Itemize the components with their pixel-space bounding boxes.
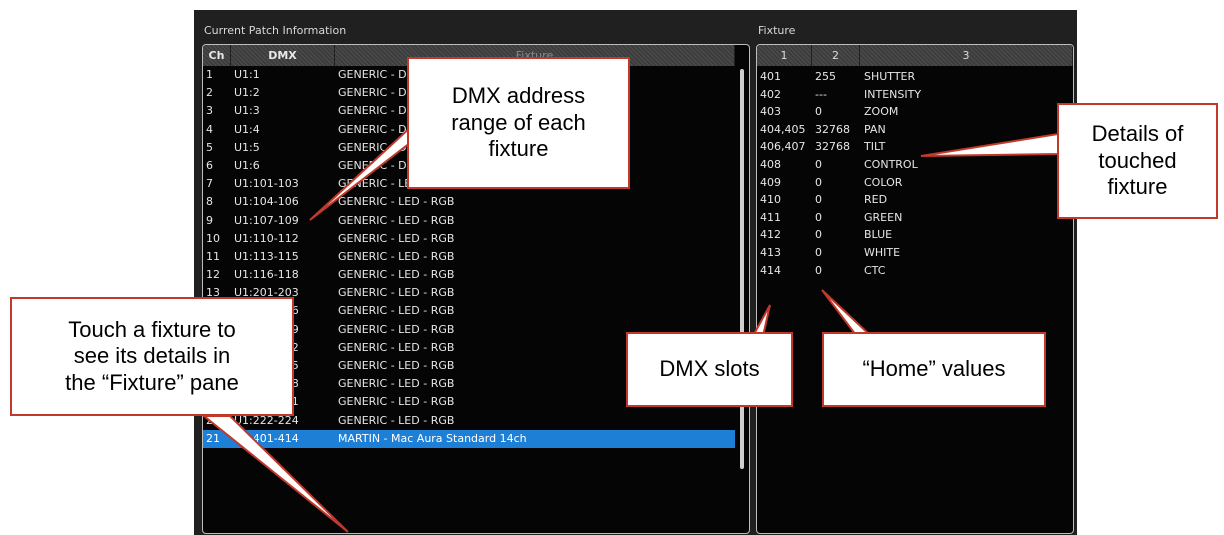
callout-home-values: “Home” values [822, 332, 1046, 407]
leader-details [920, 132, 1059, 157]
callout-touch-fixture: Touch a fixture to see its details in th… [10, 297, 294, 416]
callout-dmx-range: DMX address range of each fixture [407, 57, 630, 189]
leader-touch [201, 415, 349, 533]
callout-dmx-slots: DMX slots [626, 332, 793, 407]
callout-fixture-details: Details of touched fixture [1057, 103, 1218, 219]
